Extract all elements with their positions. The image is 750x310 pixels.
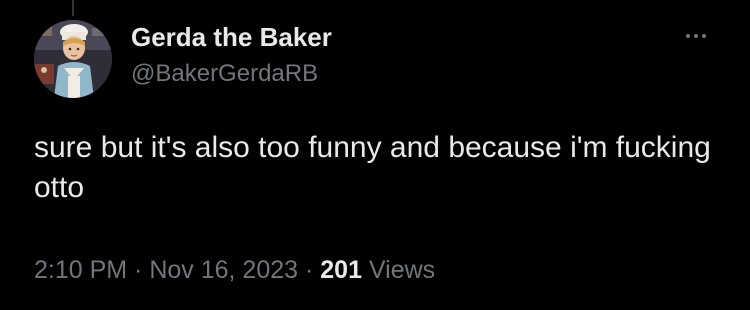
tweet-meta: 2:10 PM · Nov 16, 2023 · 201 Views xyxy=(34,255,435,285)
author-handle[interactable]: @BakerGerdaRB xyxy=(131,60,318,88)
tweet-text: sure but it's also too funny and because… xyxy=(34,131,711,204)
views-label[interactable]: Views xyxy=(362,256,435,284)
more-horizontal-icon-dot xyxy=(702,34,706,38)
avatar-image xyxy=(34,20,112,98)
tweet-date[interactable]: Nov 16, 2023 xyxy=(149,256,298,284)
more-options-button[interactable] xyxy=(676,22,716,50)
meta-separator: · xyxy=(127,256,150,284)
more-horizontal-icon xyxy=(686,34,690,38)
tweet-time[interactable]: 2:10 PM xyxy=(34,256,127,284)
more-horizontal-icon-dot xyxy=(694,34,698,38)
meta-separator: · xyxy=(298,256,321,284)
views-count[interactable]: 201 xyxy=(320,256,362,284)
thread-connector-line xyxy=(72,0,74,16)
author-display-name[interactable]: Gerda the Baker xyxy=(131,22,332,52)
avatar[interactable] xyxy=(34,20,112,98)
